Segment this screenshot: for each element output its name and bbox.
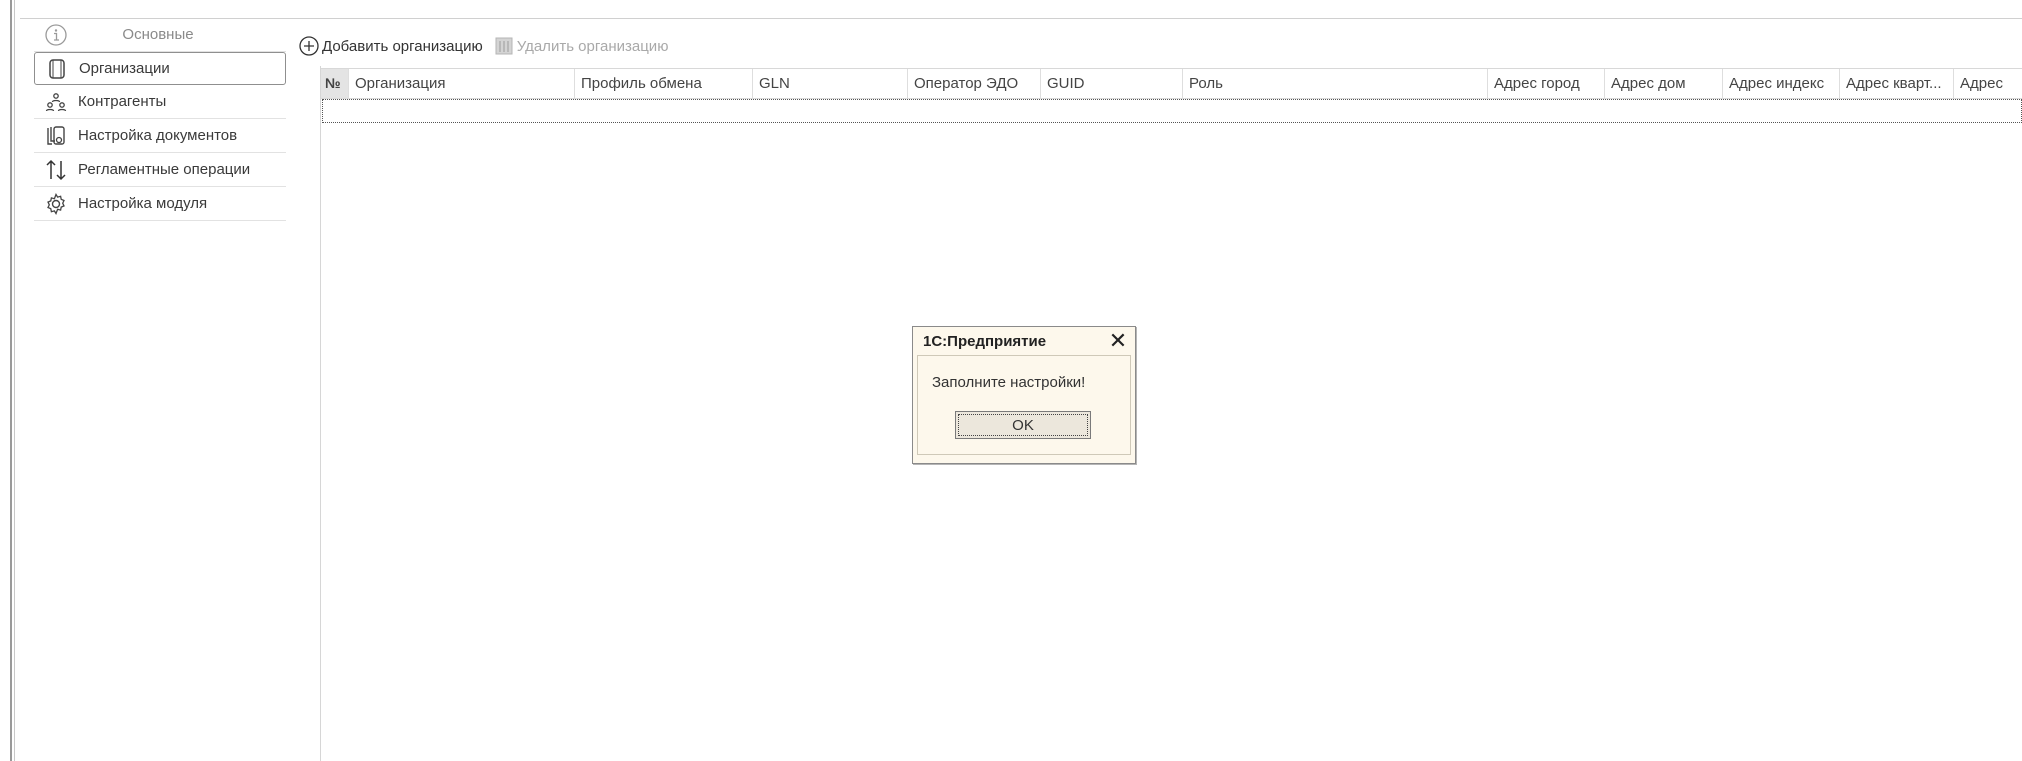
sidebar-item-document-settings[interactable]: Настройка документов: [34, 119, 286, 153]
sidebar-item-label: Контрагенты: [78, 93, 167, 110]
column-header-gln[interactable]: GLN: [753, 69, 908, 98]
table-row[interactable]: [322, 99, 2022, 123]
column-header-address-apartment[interactable]: Адрес кварт...: [1840, 69, 1954, 98]
sidebar-item-label: Организации: [79, 60, 170, 77]
delete-organization-label: Удалить организацию: [516, 37, 669, 55]
toolbar: Добавить организацию Удалить организацию: [298, 33, 678, 59]
column-header-address-index[interactable]: Адрес индекс: [1723, 69, 1840, 98]
sidebar-header-label: Основные: [122, 26, 194, 43]
ok-button[interactable]: OK: [955, 411, 1091, 439]
documents-settings-icon: [42, 124, 70, 148]
document-icon: [43, 57, 71, 81]
table-header: № Организация Профиль обмена GLN Операто…: [321, 68, 2022, 99]
sidebar: Основные Организации Контрагенты Настрой…: [34, 18, 286, 221]
sidebar-item-label: Настройка модуля: [78, 195, 208, 212]
content-separator: [320, 66, 321, 761]
column-header-exchange-profile[interactable]: Профиль обмена: [575, 69, 753, 98]
dialog-message: Заполните настройки!: [932, 374, 1086, 391]
sidebar-item-scheduled-operations[interactable]: Регламентные операции: [34, 153, 286, 187]
column-header-edo-operator[interactable]: Оператор ЭДО: [908, 69, 1041, 98]
dialog-title: 1С:Предприятие: [923, 332, 1047, 350]
delete-organization-button[interactable]: Удалить организацию: [493, 33, 669, 59]
add-circle-icon: [298, 35, 320, 57]
column-header-number[interactable]: №: [321, 69, 349, 98]
column-header-address-house[interactable]: Адрес дом: [1605, 69, 1723, 98]
sidebar-header[interactable]: Основные: [34, 18, 286, 52]
trash-icon: [493, 35, 515, 57]
sidebar-item-label: Настройка документов: [78, 127, 238, 144]
people-icon: [42, 90, 70, 114]
organizations-table: № Организация Профиль обмена GLN Операто…: [321, 68, 2022, 123]
column-header-guid[interactable]: GUID: [1041, 69, 1183, 98]
message-dialog: 1С:Предприятие ✕ Заполните настройки! OK: [912, 326, 1136, 464]
column-header-organization[interactable]: Организация: [349, 69, 575, 98]
up-down-arrows-icon: [42, 158, 70, 182]
dialog-body: Заполните настройки!: [917, 355, 1131, 455]
window-left-border: [10, 0, 12, 761]
add-organization-button[interactable]: Добавить организацию: [298, 33, 483, 59]
gear-icon: [42, 192, 70, 216]
sidebar-item-counterparties[interactable]: Контрагенты: [34, 85, 286, 119]
window-left-border-inner: [14, 0, 15, 761]
top-divider: [20, 18, 2022, 19]
column-header-address-city[interactable]: Адрес город: [1488, 69, 1605, 98]
column-header-address-more[interactable]: Адрес: [1954, 69, 2022, 98]
sidebar-item-organizations[interactable]: Организации: [34, 52, 286, 85]
add-organization-label: Добавить организацию: [322, 37, 483, 55]
sidebar-item-module-settings[interactable]: Настройка модуля: [34, 187, 286, 221]
dialog-titlebar: 1С:Предприятие ✕: [913, 327, 1135, 355]
column-header-role[interactable]: Роль: [1183, 69, 1488, 98]
info-icon: [42, 23, 70, 47]
close-icon[interactable]: ✕: [1107, 330, 1129, 352]
sidebar-item-label: Регламентные операции: [78, 161, 251, 178]
